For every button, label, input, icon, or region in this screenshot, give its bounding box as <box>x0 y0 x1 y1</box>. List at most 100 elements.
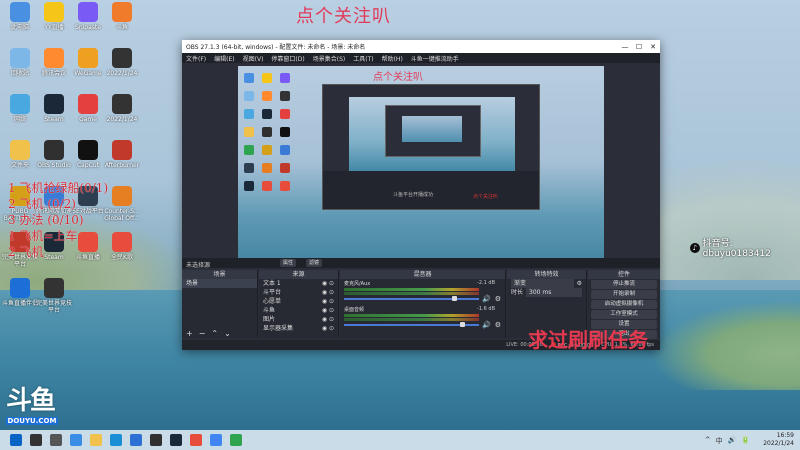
menu-view[interactable]: 视图(V) <box>243 54 264 63</box>
transition-gear-icon[interactable]: ⚙ <box>577 279 582 288</box>
douyu-icon[interactable] <box>190 434 202 446</box>
volume-knob[interactable] <box>452 296 457 301</box>
desktop-icon[interactable]: 网络 <box>2 94 38 123</box>
desktop-icon[interactable]: 完美世界竞技平台 <box>36 278 72 314</box>
volume-icon[interactable]: 🔊 <box>728 436 737 446</box>
desktop-icon[interactable]: 斗鱼直播伴侣 <box>2 278 38 307</box>
menu-douyu-helper[interactable]: 斗鱼一键推流助手 <box>411 54 459 63</box>
desktop-icon[interactable]: WeGame <box>70 48 106 77</box>
steam-icon[interactable] <box>170 434 182 446</box>
app-icon <box>112 94 132 114</box>
desktop-icon-label: 2022/1/24 <box>106 70 138 77</box>
volume-knob[interactable] <box>460 322 465 327</box>
douyu-logo-text: 斗鱼 <box>6 386 56 416</box>
add-icon[interactable]: + <box>186 329 193 338</box>
task-overlay-list: 1 飞机抢绿船(0/1) 2 飞机 (0/2) 3 办法 (0/10) 1 飞机… <box>8 180 128 260</box>
menu-docks[interactable]: 停靠窗口(D) <box>271 54 304 63</box>
up-icon[interactable]: ⌃ <box>211 329 218 338</box>
stop-streaming-button[interactable]: 停止推流 <box>591 280 657 289</box>
search-icon[interactable] <box>30 434 42 446</box>
eye-icon: ◉ ⊙ <box>321 325 334 332</box>
source-item[interactable]: 文本 1 ◉ ⊙ <box>259 279 338 288</box>
desktop-icon-label: 回收站 <box>10 70 29 77</box>
desktop-icon[interactable]: YY直播 <box>36 2 72 31</box>
overlay-banner: 求过刷刷任务 <box>528 328 648 352</box>
desktop-icon[interactable]: CapCut <box>70 140 106 169</box>
preview-overlay-title: 点个关注叭 <box>373 72 423 83</box>
virtual-camera-button[interactable]: 启动虚拟摄像机 <box>591 300 657 309</box>
desktop-icon-label: 文件夹 <box>10 162 29 169</box>
volume-slider[interactable] <box>344 298 479 300</box>
preview-nested-red: 点个关注叭 <box>473 194 499 200</box>
app-icon <box>44 48 64 68</box>
wechat-icon[interactable] <box>230 434 242 446</box>
ime-icon[interactable]: 中 <box>716 436 723 446</box>
source-item[interactable]: 斗平台 ◉ ⊙ <box>259 288 338 297</box>
desktop-icon[interactable]: 文件夹 <box>2 140 38 169</box>
studio-mode-button[interactable]: 工作室模式 <box>591 310 657 319</box>
explorer-icon[interactable] <box>90 434 102 446</box>
desktop-icon[interactable]: 此电脑 <box>2 2 38 31</box>
gear-icon[interactable]: ⚙ <box>495 321 501 329</box>
system-tray: ^ 中 🔊 🔋 <box>705 436 750 446</box>
minimize-icon[interactable]: — <box>618 43 632 51</box>
desktop-icon[interactable]: 2022/1/24 <box>104 48 140 77</box>
desktop-icon[interactable]: Snipaste <box>70 2 106 31</box>
menu-scene-collection[interactable]: 场景集合(S) <box>313 54 346 63</box>
properties-button[interactable]: 属性 <box>280 259 297 267</box>
chrome-icon[interactable] <box>210 434 222 446</box>
scenes-dock: 场景 场景 + − ⌃ ⌄ <box>182 270 258 338</box>
desktop-icon-label: CapCut <box>76 162 100 169</box>
tray-chevron-icon[interactable]: ^ <box>705 436 711 446</box>
start-recording-button[interactable]: 开始录制 <box>591 290 657 299</box>
task-line: 3 办法 (0/10) <box>8 213 84 227</box>
desktop-icon[interactable]: OBS Studio <box>36 140 72 169</box>
filters-button[interactable]: 滤镜 <box>306 259 323 267</box>
app-icon <box>78 48 98 68</box>
taskbar-clock[interactable]: 16:59 2022/1/24 <box>763 432 794 448</box>
obs-icon[interactable] <box>150 434 162 446</box>
battery-icon[interactable]: 🔋 <box>741 436 750 446</box>
menu-edit[interactable]: 编辑(E) <box>214 54 234 63</box>
douyin-icon: ♪ <box>690 242 700 253</box>
down-icon[interactable]: ⌄ <box>224 329 231 338</box>
speaker-icon[interactable]: 🔊 <box>482 321 491 329</box>
app-icon <box>78 2 98 22</box>
store-icon[interactable] <box>130 434 142 446</box>
app-icon <box>112 140 132 160</box>
source-item[interactable]: 心愿单 ◉ ⊙ <box>259 297 338 306</box>
obs-titlebar[interactable]: OBS 27.1.3 (64-bit, windows) - 配置文件: 未命名… <box>182 40 660 53</box>
douyu-logo-url: DOUYU.COM <box>6 417 58 425</box>
speaker-icon[interactable]: 🔊 <box>482 295 491 303</box>
source-item[interactable]: 斗鱼 ◉ ⊙ <box>259 306 338 315</box>
source-toolbar: 未选择源 属性 滤镜 <box>182 258 660 269</box>
transition-select[interactable]: 渐变 <box>511 279 574 288</box>
close-icon[interactable]: ✕ <box>646 43 660 51</box>
volume-slider[interactable] <box>344 324 479 326</box>
desktop-icon[interactable]: Afterburner <box>104 140 140 169</box>
menu-tools[interactable]: 工具(T) <box>353 54 373 63</box>
task-view-icon[interactable] <box>50 434 62 446</box>
desktop-icon[interactable]: 回收站 <box>2 48 38 77</box>
source-item[interactable]: 显示器采集 ◉ ⊙ <box>259 324 338 333</box>
sources-dock: 来源 文本 1 ◉ ⊙ 斗平台 ◉ ⊙ 心愿单 ◉ ⊙ 斗鱼 ◉ ⊙ 图片 ◉ ⊙ 显示器… <box>259 270 339 338</box>
gear-icon[interactable]: ⚙ <box>495 295 501 303</box>
desktop-icon[interactable]: 腾讯会议 <box>36 48 72 77</box>
source-item[interactable]: 图片 ◉ ⊙ <box>259 315 338 324</box>
scene-item[interactable]: 场景 <box>182 279 257 288</box>
app-icon <box>10 2 30 22</box>
start-icon[interactable] <box>10 434 22 446</box>
desktop-icon[interactable]: Steam <box>36 94 72 123</box>
desktop-icon[interactable]: Game <box>70 94 106 123</box>
duration-input[interactable]: 300 ms <box>526 288 582 297</box>
menu-file[interactable]: 文件(F) <box>186 54 206 63</box>
obs-preview[interactable]: 点个关注叭 斗鱼平台开播成功 点个关注叭 <box>238 66 604 280</box>
maximize-icon[interactable]: ☐ <box>632 43 646 51</box>
desktop-icon[interactable]: 2022/1/24 <box>104 94 140 123</box>
edge-icon[interactable] <box>110 434 122 446</box>
widgets-icon[interactable] <box>70 434 82 446</box>
remove-icon[interactable]: − <box>199 329 206 338</box>
menu-help[interactable]: 帮助(H) <box>382 54 403 63</box>
desktop-icon[interactable]: 斗鱼 <box>104 2 140 31</box>
eye-icon: ◉ ⊙ <box>321 307 334 314</box>
